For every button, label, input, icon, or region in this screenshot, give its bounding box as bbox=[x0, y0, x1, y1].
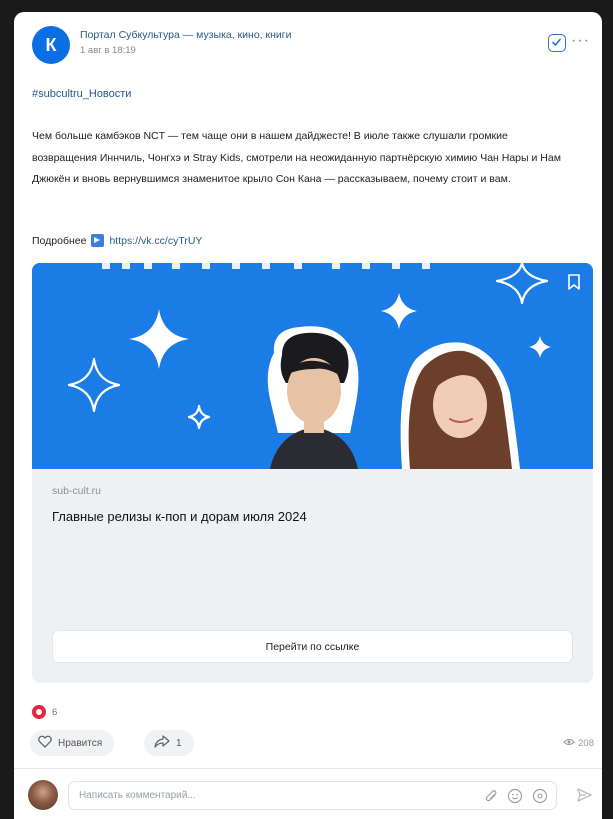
group-name[interactable]: Портал Субкультура — музыка, кино, книги bbox=[80, 29, 291, 41]
group-avatar[interactable]: К bbox=[32, 26, 70, 64]
snippet-domain: sub-cult.ru bbox=[52, 485, 102, 497]
more-icon[interactable]: ··· bbox=[571, 32, 590, 50]
post-card: К Портал Субкультура — музыка, кино, кни… bbox=[14, 12, 602, 819]
open-link-button[interactable]: Перейти по ссылке bbox=[52, 630, 573, 663]
more-link[interactable]: https://vk.cc/cyTrUY bbox=[109, 235, 202, 247]
post-date[interactable]: 1 авг в 18:19 bbox=[80, 45, 136, 56]
like-label: Нравится bbox=[58, 737, 103, 749]
bookmark-icon[interactable] bbox=[567, 273, 581, 296]
more-label: Подробнее bbox=[32, 234, 87, 247]
heart-reaction-icon bbox=[32, 705, 46, 719]
divider bbox=[14, 768, 602, 769]
link-snippet[interactable]: sub-cult.ru Главные релизы к-поп и дорам… bbox=[32, 263, 593, 683]
snippet-title[interactable]: Главные релизы к-поп и дорам июля 2024 bbox=[52, 509, 307, 524]
more-row: Подробнее https://vk.cc/cyTrUY bbox=[32, 234, 202, 247]
like-button[interactable]: Нравится bbox=[30, 730, 115, 756]
attach-icon[interactable] bbox=[485, 789, 498, 808]
send-icon[interactable] bbox=[576, 787, 592, 808]
reactions-summary[interactable]: 6 bbox=[32, 705, 57, 719]
views-count: 208 bbox=[578, 738, 594, 749]
user-avatar[interactable] bbox=[28, 780, 58, 810]
comment-tools bbox=[485, 788, 548, 809]
reactions-count: 6 bbox=[52, 706, 58, 718]
emoji-icon[interactable] bbox=[507, 788, 523, 809]
share-button[interactable]: 1 bbox=[144, 730, 194, 756]
snippet-illustration bbox=[32, 263, 593, 469]
post-text: Чем больше камбэков NCT — тем чаще они в… bbox=[32, 130, 561, 186]
post-header: К Портал Субкультура — музыка, кино, кни… bbox=[14, 12, 602, 72]
snippet-image[interactable] bbox=[32, 263, 593, 469]
views-counter: 208 bbox=[563, 738, 594, 749]
info-icon[interactable] bbox=[532, 788, 548, 809]
post-hashtag[interactable]: #subcultru_Новости bbox=[32, 88, 131, 100]
heart-icon bbox=[38, 735, 52, 751]
eye-icon bbox=[563, 738, 575, 749]
check-icon[interactable] bbox=[548, 34, 566, 52]
comment-input[interactable] bbox=[68, 781, 557, 810]
shares-count: 1 bbox=[176, 737, 182, 749]
arrow-right-icon bbox=[91, 234, 105, 247]
share-icon bbox=[154, 735, 170, 751]
